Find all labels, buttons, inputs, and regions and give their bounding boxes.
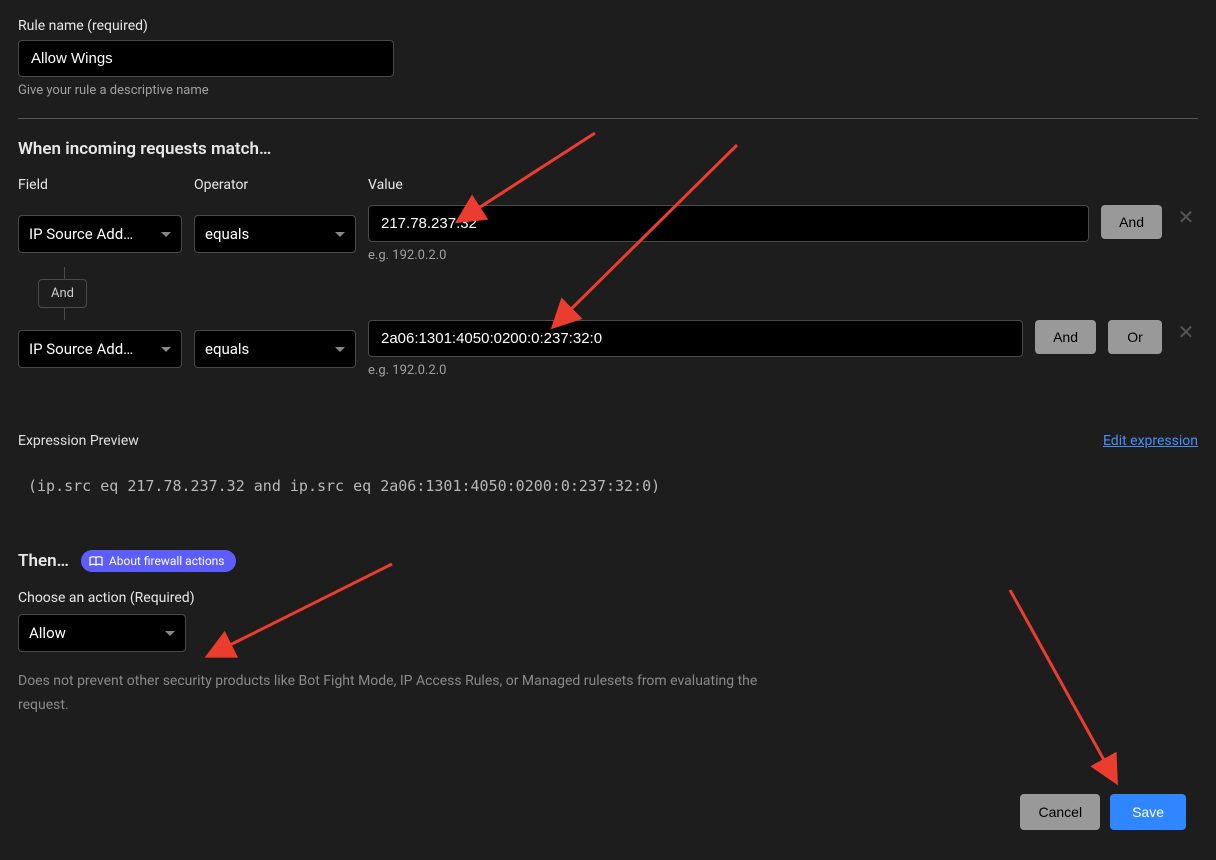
and-button[interactable]: And xyxy=(1101,205,1162,239)
action-select-text: Allow xyxy=(29,624,66,642)
value-input[interactable] xyxy=(368,205,1089,242)
conditions-title: When incoming requests match… xyxy=(18,139,1198,159)
field-select-text: IP Source Add… xyxy=(29,340,133,358)
book-icon xyxy=(89,556,103,567)
action-select[interactable]: Allow xyxy=(18,614,186,652)
section-divider xyxy=(18,118,1198,119)
chevron-down-icon xyxy=(335,347,345,352)
condition-row: IP Source Add… equals And ✕ e.g. 192.0.2… xyxy=(18,205,1198,263)
operator-select[interactable]: equals xyxy=(194,330,356,368)
condition-row: IP Source Add… equals And Or ✕ e.g. 192.… xyxy=(18,320,1198,378)
connector-line xyxy=(64,267,65,279)
close-icon[interactable]: ✕ xyxy=(1174,320,1198,344)
operator-select-text: equals xyxy=(205,340,249,358)
edit-expression-link[interactable]: Edit expression xyxy=(1103,433,1198,449)
action-description: Does not prevent other security products… xyxy=(18,670,758,718)
value-hint: e.g. 192.0.2.0 xyxy=(368,363,1198,378)
field-select-text: IP Source Add… xyxy=(29,225,133,243)
col-header-operator: Operator xyxy=(194,177,356,193)
col-header-value: Value xyxy=(368,177,1198,193)
connector-and-chip: And xyxy=(38,279,87,308)
save-button[interactable]: Save xyxy=(1110,794,1186,830)
close-icon[interactable]: ✕ xyxy=(1174,205,1198,229)
then-title: Then… xyxy=(18,551,69,571)
field-select[interactable]: IP Source Add… xyxy=(18,215,182,253)
value-input[interactable] xyxy=(368,320,1023,357)
and-button[interactable]: And xyxy=(1035,320,1096,354)
rule-name-label: Rule name (required) xyxy=(18,18,1198,34)
field-select[interactable]: IP Source Add… xyxy=(18,330,182,368)
cancel-button[interactable]: Cancel xyxy=(1020,794,1100,830)
badge-text: About firewall actions xyxy=(109,554,225,568)
chevron-down-icon xyxy=(165,631,175,636)
value-hint: e.g. 192.0.2.0 xyxy=(368,248,1198,263)
chevron-down-icon xyxy=(161,347,171,352)
action-label: Choose an action (Required) xyxy=(18,590,1198,606)
connector-line xyxy=(64,308,65,320)
rule-name-input[interactable] xyxy=(18,40,394,77)
chevron-down-icon xyxy=(335,232,345,237)
expression-preview-title: Expression Preview xyxy=(18,433,139,449)
about-firewall-actions-badge[interactable]: About firewall actions xyxy=(81,550,237,572)
expression-code: (ip.src eq 217.78.237.32 and ip.src eq 2… xyxy=(18,477,1198,495)
chevron-down-icon xyxy=(161,232,171,237)
rule-name-help: Give your rule a descriptive name xyxy=(18,83,1198,98)
annotation-arrows xyxy=(0,0,1216,860)
col-header-field: Field xyxy=(18,177,182,193)
operator-select-text: equals xyxy=(205,225,249,243)
operator-select[interactable]: equals xyxy=(194,215,356,253)
or-button[interactable]: Or xyxy=(1108,320,1162,354)
